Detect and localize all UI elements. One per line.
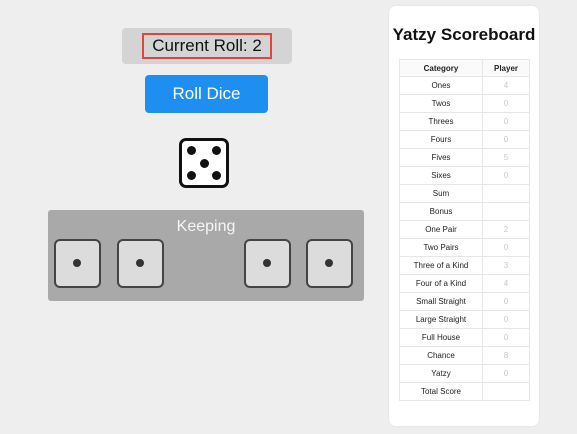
scoreboard-header-row: Category Player — [399, 59, 530, 77]
category-cell: Full House — [399, 328, 483, 347]
score-cell — [482, 382, 530, 401]
score-cell[interactable]: 4 — [482, 76, 530, 95]
category-cell: Small Straight — [399, 292, 483, 311]
die-pip — [136, 259, 144, 267]
die-pip — [187, 146, 196, 155]
table-row[interactable]: Chance 8 — [399, 346, 530, 365]
table-row[interactable]: Large Straight 0 — [399, 310, 530, 329]
category-cell: Chance — [399, 346, 483, 365]
kept-die[interactable] — [117, 239, 164, 288]
roll-dice-button[interactable]: Roll Dice — [145, 75, 268, 113]
score-cell[interactable]: 8 — [482, 346, 530, 365]
category-cell: Twos — [399, 94, 483, 113]
score-cell[interactable]: 0 — [482, 238, 530, 257]
category-cell: Total Score — [399, 382, 483, 401]
table-row: Total Score — [399, 382, 530, 401]
score-cell — [482, 184, 530, 203]
table-row[interactable]: Small Straight 0 — [399, 292, 530, 311]
category-cell: Large Straight — [399, 310, 483, 329]
current-roll-text: Current Roll: 2 — [142, 33, 272, 59]
table-row[interactable]: Four of a Kind 4 — [399, 274, 530, 293]
die-pip — [199, 158, 209, 168]
category-cell: Bonus — [399, 202, 483, 221]
table-row[interactable]: Full House 0 — [399, 328, 530, 347]
table-row[interactable]: Two Pairs 0 — [399, 238, 530, 257]
die-pip — [212, 146, 221, 155]
score-cell[interactable]: 0 — [482, 328, 530, 347]
category-cell: One Pair — [399, 220, 483, 239]
score-cell[interactable]: 4 — [482, 274, 530, 293]
category-cell: Ones — [399, 76, 483, 95]
table-row: Bonus — [399, 202, 530, 221]
table-row[interactable]: Fives 5 — [399, 148, 530, 167]
category-cell: Two Pairs — [399, 238, 483, 257]
keeping-label: Keeping — [176, 218, 236, 235]
kept-die[interactable] — [244, 239, 291, 288]
die-pip — [325, 259, 333, 267]
score-cell[interactable]: 0 — [482, 130, 530, 149]
kept-die[interactable] — [54, 239, 101, 288]
scoreboard-panel: Yatzy Scoreboard Category Player Ones 4 T… — [389, 6, 539, 426]
scoreboard-table: Category Player Ones 4 Twos 0 Threes 0 Four… — [399, 59, 530, 401]
player-header: Player — [482, 59, 530, 77]
table-row[interactable]: Threes 0 — [399, 112, 530, 131]
die-pip — [263, 259, 271, 267]
score-cell[interactable]: 3 — [482, 256, 530, 275]
category-cell: Yatzy — [399, 364, 483, 383]
score-cell[interactable]: 0 — [482, 364, 530, 383]
score-cell[interactable]: 0 — [482, 292, 530, 311]
table-row[interactable]: Fours 0 — [399, 130, 530, 149]
table-row[interactable]: Twos 0 — [399, 94, 530, 113]
die-pip — [212, 171, 221, 180]
kept-die[interactable] — [306, 239, 353, 288]
category-cell: Fives — [399, 148, 483, 167]
category-cell: Fours — [399, 130, 483, 149]
score-cell[interactable]: 5 — [482, 148, 530, 167]
table-row[interactable]: Ones 4 — [399, 76, 530, 95]
category-cell: Four of a Kind — [399, 274, 483, 293]
current-roll-box: Current Roll: 2 — [122, 28, 292, 64]
score-cell[interactable]: 2 — [482, 220, 530, 239]
category-cell: Sum — [399, 184, 483, 203]
score-cell[interactable]: 0 — [482, 112, 530, 131]
table-row[interactable]: Yatzy 0 — [399, 364, 530, 383]
category-cell: Sixes — [399, 166, 483, 185]
rolled-die[interactable] — [179, 138, 229, 188]
table-row[interactable]: Sixes 0 — [399, 166, 530, 185]
die-pip — [187, 171, 196, 180]
category-cell: Threes — [399, 112, 483, 131]
score-cell[interactable]: 0 — [482, 94, 530, 113]
scoreboard-title: Yatzy Scoreboard — [392, 25, 536, 44]
score-cell[interactable]: 0 — [482, 166, 530, 185]
score-cell[interactable]: 0 — [482, 310, 530, 329]
table-row[interactable]: Three of a Kind 3 — [399, 256, 530, 275]
score-cell — [482, 202, 530, 221]
die-pip — [73, 259, 81, 267]
table-row: Sum — [399, 184, 530, 203]
category-header: Category — [399, 59, 483, 77]
keeping-area[interactable]: Keeping — [48, 210, 364, 301]
category-cell: Three of a Kind — [399, 256, 483, 275]
table-row[interactable]: One Pair 2 — [399, 220, 530, 239]
